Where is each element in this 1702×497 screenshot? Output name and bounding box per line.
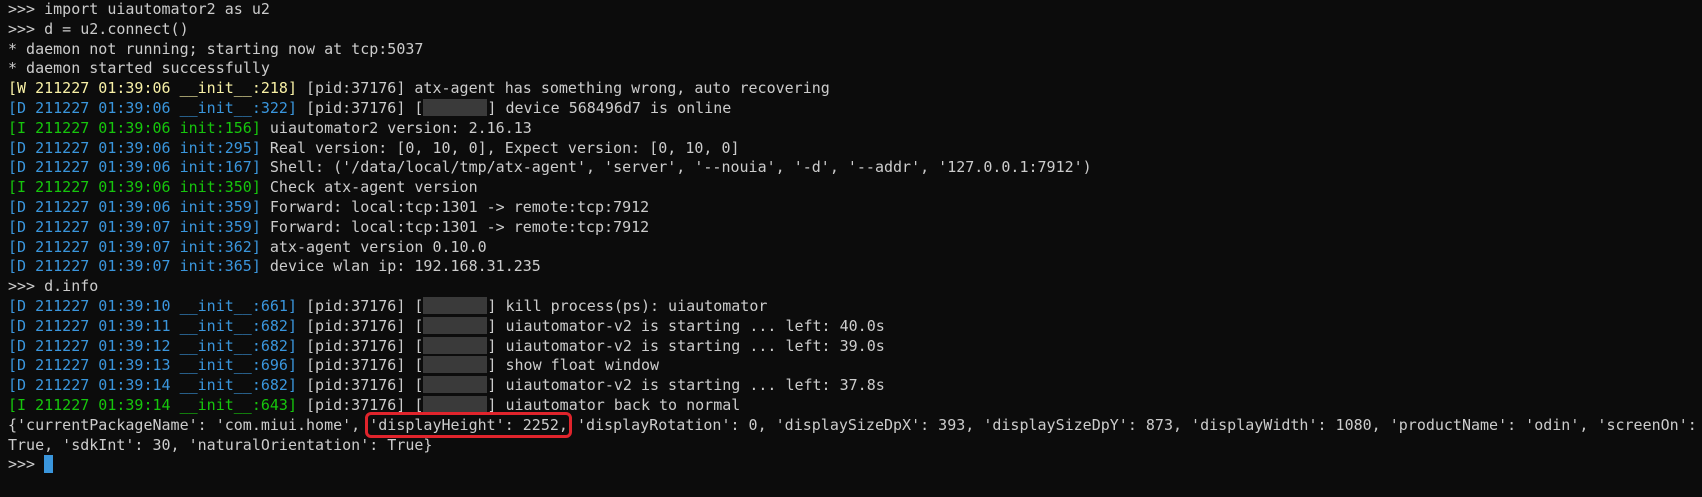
prompt-line[interactable]: >>> (8, 455, 1702, 475)
log-message: device 568496d7 is online (496, 98, 732, 117)
log-tag: [D 211227 01:39:06 init:359] (8, 197, 261, 216)
line-text: >>> d = u2.connect() (8, 19, 189, 38)
command-line: * daemon started successfully (8, 59, 1702, 79)
command-line: >>> import uiautomator2 as u2 (8, 0, 1702, 20)
log-line: [D 211227 01:39:06 init:359] Forward: lo… (8, 198, 1702, 218)
log-message: device wlan ip: 192.168.31.235 (260, 257, 541, 276)
log-message: atx-agent has something wrong, auto reco… (405, 79, 830, 98)
result-line-2: True, 'sdkInt': 30, 'naturalOrientation'… (8, 436, 1702, 456)
bracket-open: [ (405, 356, 424, 375)
log-message: uiautomator2 version: 2.16.13 (260, 118, 532, 137)
log-line: [D 211227 01:39:12 __init__:682] [pid:37… (8, 336, 1702, 357)
result-text-continued: True, 'sdkInt': 30, 'naturalOrientation'… (8, 435, 433, 454)
log-tag: [D 211227 01:39:11 __init__:682] (8, 316, 297, 335)
log-line: [W 211227 01:39:06 __init__:218] [pid:37… (8, 79, 1702, 99)
log-pid: [pid:37176] (296, 98, 406, 117)
log-line: [D 211227 01:39:07 init:362] atx-agent v… (8, 238, 1702, 258)
redacted-block (423, 336, 488, 354)
log-line: [I 211227 01:39:06 init:350] Check atx-a… (8, 178, 1702, 198)
log-message: kill process(ps): uiautomator (496, 296, 768, 315)
redacted-block (423, 296, 488, 314)
log-tag: [I 211227 01:39:14 __init__:643] (8, 395, 297, 414)
log-message: Forward: local:tcp:1301 -> remote:tcp:79… (260, 217, 650, 236)
bracket-open: [ (405, 98, 424, 117)
line-text: >>> import uiautomator2 as u2 (8, 0, 270, 18)
result-line-1: {'currentPackageName': 'com.miui.home', … (8, 411, 1702, 438)
result-text-after: 'displayRotation': 0, 'displaySizeDpX': … (567, 415, 1697, 434)
log-tag: [D 211227 01:39:12 __init__:682] (8, 336, 297, 355)
log-tag: [I 211227 01:39:06 init:350] (8, 178, 261, 197)
command-line: >>> d.info (8, 277, 1702, 297)
bracket-open: [ (405, 316, 424, 335)
log-message: uiautomator-v2 is starting ... left: 40.… (496, 316, 885, 335)
log-line: [D 211227 01:39:11 __init__:682] [pid:37… (8, 316, 1702, 337)
log-tag: [D 211227 01:39:13 __init__:696] (8, 356, 297, 375)
log-tag: [D 211227 01:39:07 init:362] (8, 237, 261, 256)
line-text: * daemon not running; starting now at tc… (8, 39, 424, 58)
log-pid: [pid:37176] (296, 296, 406, 315)
log-pid: [pid:37176] (296, 356, 406, 375)
log-pid: [pid:37176] (296, 395, 406, 414)
log-line: [D 211227 01:39:14 __init__:682] [pid:37… (8, 376, 1702, 396)
redacted-block (423, 395, 488, 413)
log-message: uiautomator back to normal (496, 395, 741, 414)
log-message: Real version: [0, 10, 0], Expect version… (260, 138, 740, 157)
bracket-open: [ (405, 296, 424, 315)
result-text-before: {'currentPackageName': 'com.miui.home', (8, 415, 370, 434)
log-pid: [pid:37176] (296, 336, 406, 355)
log-line: [D 211227 01:39:06 __init__:322] [pid:37… (8, 98, 1702, 119)
log-pid: [pid:37176] (296, 376, 406, 395)
redacted-block (423, 376, 488, 394)
log-message: atx-agent version 0.10.0 (260, 237, 487, 256)
log-message: show float window (496, 356, 660, 375)
log-line: [D 211227 01:39:06 init:295] Real versio… (8, 139, 1702, 159)
bracket-open: [ (405, 376, 424, 395)
log-message: uiautomator-v2 is starting ... left: 39.… (496, 336, 885, 355)
log-tag: [I 211227 01:39:06 init:156] (8, 118, 261, 137)
bracket-open: [ (405, 336, 424, 355)
log-line: [D 211227 01:39:07 init:365] device wlan… (8, 257, 1702, 277)
log-message: uiautomator-v2 is starting ... left: 37.… (496, 376, 885, 395)
command-line: >>> d = u2.connect() (8, 20, 1702, 40)
bracket-open: [ (405, 395, 424, 414)
log-message: Forward: local:tcp:1301 -> remote:tcp:79… (260, 197, 650, 216)
terminal-window[interactable]: >>> import uiautomator2 as u2 >>> d = u2.… (0, 0, 1702, 497)
log-line: [I 211227 01:39:06 init:156] uiautomator… (8, 119, 1702, 139)
log-message: Check atx-agent version (260, 178, 478, 197)
line-text: >>> d.info (8, 277, 99, 296)
redacted-block (423, 316, 488, 334)
terminal-output: >>> import uiautomator2 as u2 >>> d = u2.… (8, 0, 1702, 416)
log-tag: [D 211227 01:39:06 init:167] (8, 158, 261, 177)
log-line: [D 211227 01:39:10 __init__:661] [pid:37… (8, 296, 1702, 317)
prompt: >>> (8, 455, 45, 474)
log-line: [D 211227 01:39:06 init:167] Shell: ('/d… (8, 158, 1702, 178)
log-pid: [pid:37176] (296, 79, 406, 98)
log-message: Shell: ('/data/local/tmp/atx-agent', 'se… (260, 158, 1092, 177)
redacted-block (423, 98, 488, 116)
log-pid: [pid:37176] (296, 316, 406, 335)
log-tag: [D 211227 01:39:07 init:365] (8, 257, 261, 276)
highlighted-display-height: 'displayHeight': 2252, (365, 411, 572, 438)
log-tag: [D 211227 01:39:06 init:295] (8, 138, 261, 157)
command-line: * daemon not running; starting now at tc… (8, 40, 1702, 60)
log-line: [I 211227 01:39:14 __init__:643] [pid:37… (8, 395, 1702, 416)
log-tag: [D 211227 01:39:07 init:359] (8, 217, 261, 236)
log-line: [D 211227 01:39:07 init:359] Forward: lo… (8, 218, 1702, 238)
line-text: * daemon started successfully (8, 59, 270, 78)
log-line: [D 211227 01:39:13 __init__:696] [pid:37… (8, 356, 1702, 376)
log-tag: [D 211227 01:39:14 __init__:682] (8, 376, 297, 395)
log-tag: [D 211227 01:39:10 __init__:661] (8, 296, 297, 315)
redacted-block (423, 356, 488, 374)
log-tag: [W 211227 01:39:06 __init__:218] (8, 79, 297, 98)
text-cursor (44, 455, 54, 474)
log-tag: [D 211227 01:39:06 __init__:322] (8, 98, 297, 117)
